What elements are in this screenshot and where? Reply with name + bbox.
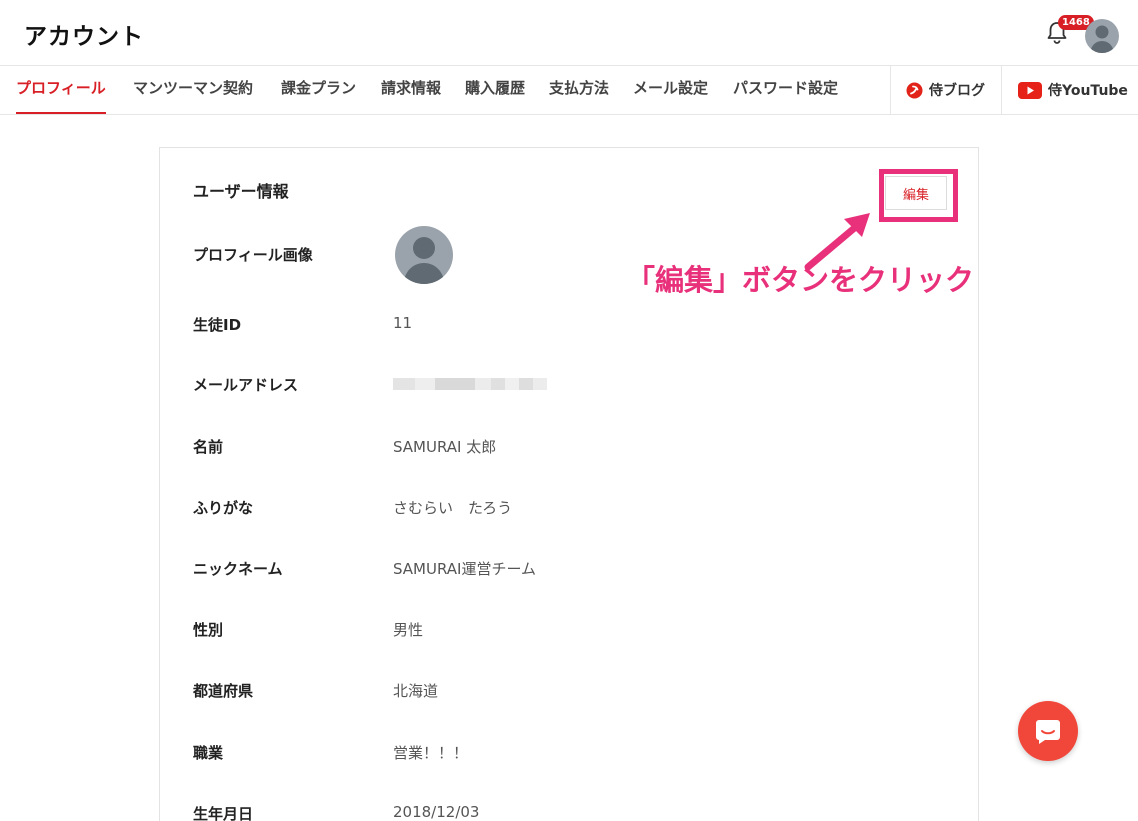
field-value-name: SAMURAI 太郎 <box>393 438 497 456</box>
divider <box>1001 66 1002 115</box>
field-label-occupation: 職業 <box>193 744 224 762</box>
field-label-furigana: ふりがな <box>193 499 254 517</box>
tab-password-settings[interactable]: パスワード設定 <box>733 66 838 114</box>
tab-mail-settings[interactable]: メール設定 <box>633 66 708 114</box>
field-label-student-id: 生徒ID <box>193 316 242 334</box>
user-avatar-icon <box>1085 19 1119 53</box>
field-label-nickname: ニックネーム <box>193 560 283 578</box>
samurai-youtube-link[interactable]: 侍YouTube <box>1018 66 1128 114</box>
tab-purchase-history[interactable]: 購入履歴 <box>465 66 525 114</box>
field-value-email-masked <box>393 378 547 390</box>
profile-image <box>395 226 453 284</box>
annotation-text: 「編集」ボタンをクリック <box>626 263 975 297</box>
field-label-name: 名前 <box>193 438 224 456</box>
tab-billing-info[interactable]: 請求情報 <box>381 66 441 114</box>
samurai-blog-icon <box>906 82 923 98</box>
samurai-youtube-label: 侍YouTube <box>1048 83 1128 99</box>
field-value-occupation: 営業！！！ <box>393 744 469 762</box>
tab-billing-plan[interactable]: 課金プラン <box>281 66 356 114</box>
field-label-profile-image: プロフィール画像 <box>193 246 313 264</box>
field-label-email: メールアドレス <box>193 376 299 394</box>
profile-avatar-icon <box>395 226 453 284</box>
field-value-birthdate: 2018/12/03 <box>393 803 480 821</box>
card-title: ユーザー情報 <box>193 182 289 201</box>
samurai-blog-link[interactable]: 侍ブログ <box>906 66 985 114</box>
field-label-birthdate: 生年月日 <box>193 805 254 821</box>
tab-profile[interactable]: プロフィール <box>16 66 106 114</box>
field-label-prefecture: 都道府県 <box>193 682 254 700</box>
page-title: アカウント <box>24 24 144 50</box>
divider <box>890 66 891 115</box>
account-tab-bar: プロフィール マンツーマン契約 課金プラン 請求情報 購入履歴 支払方法 メール… <box>0 66 1138 115</box>
edit-button[interactable]: 編集 <box>885 176 947 210</box>
field-value-nickname: SAMURAI運営チーム <box>393 560 537 578</box>
field-value-student-id: 11 <box>393 314 413 332</box>
chat-icon <box>1036 720 1060 744</box>
chat-launcher-button[interactable] <box>1018 701 1078 761</box>
samurai-blog-label: 侍ブログ <box>929 83 985 99</box>
top-header: アカウント 1468 <box>0 0 1138 66</box>
field-value-gender: 男性 <box>393 621 424 639</box>
user-avatar[interactable] <box>1085 19 1119 53</box>
field-value-prefecture: 北海道 <box>393 682 439 700</box>
tab-mentor-contract[interactable]: マンツーマン契約 <box>133 66 253 114</box>
field-value-furigana: さむらい たろう <box>393 499 513 517</box>
field-label-gender: 性別 <box>193 621 224 639</box>
tab-payment-method[interactable]: 支払方法 <box>549 66 609 114</box>
youtube-icon <box>1018 81 1042 99</box>
